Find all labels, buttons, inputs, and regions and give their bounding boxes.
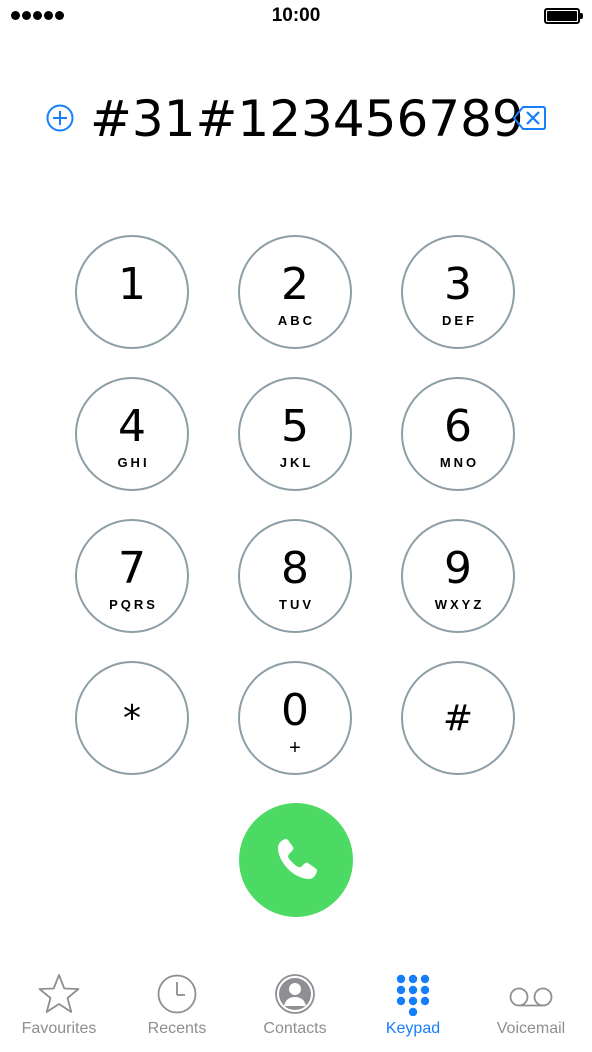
tab-recents[interactable]: Recents [118,962,236,1052]
tab-voicemail[interactable]: Voicemail [472,962,590,1052]
status-bar: 10:00 [0,0,592,34]
key-4[interactable]: 4 GHI [75,377,189,491]
tab-label: Recents [147,1020,207,1037]
key-digit: 9 [444,543,472,594]
key-digit: 0 [281,685,309,736]
key-star[interactable]: * [75,661,189,775]
key-digit: 6 [444,401,472,452]
tab-keypad[interactable]: Keypad [354,962,472,1052]
key-letters: ABC [277,313,316,328]
battery-full-icon [544,8,583,24]
key-digit: 1 [118,259,146,310]
key-0[interactable]: 0 + [238,661,352,775]
key-digit: # [442,698,474,739]
tab-contacts[interactable]: Contacts [236,962,354,1052]
key-2[interactable]: 2 ABC [238,235,352,349]
key-digit: 7 [118,543,146,594]
key-letters: DEF [442,313,477,328]
clock-icon [157,974,197,1014]
tab-label: Voicemail [496,1020,566,1037]
phone-icon [278,839,317,879]
key-letters: JKL [279,455,314,470]
tab-label: Keypad [385,1020,441,1037]
voicemail-icon [509,987,553,1007]
key-digit: 3 [444,259,472,310]
key-digit: 8 [281,543,309,594]
key-9[interactable]: 9 WXYZ [401,519,515,633]
key-letters: WXYZ [434,597,485,612]
key-digit: 4 [118,401,146,452]
key-8[interactable]: 8 TUV [238,519,352,633]
phone-keypad-screen: 10:00 #31#123456789 1 2 ABC 3 DEF 4 GHI … [0,0,592,1052]
add-circle-icon[interactable] [46,104,74,132]
backspace-icon[interactable] [512,105,546,131]
key-digit: 5 [281,401,309,452]
call-button[interactable] [239,803,353,917]
tab-label: Favourites [21,1020,97,1037]
key-letters: TUV [279,597,314,612]
status-time: 10:00 [271,5,321,26]
key-digit: * [123,698,141,739]
tab-bar: Favourites Recents Contacts Keypad Voice… [0,962,592,1052]
tab-favourites[interactable]: Favourites [0,962,118,1052]
key-1[interactable]: 1 [75,235,189,349]
key-letters: MNO [439,455,480,470]
key-letters: PQRS [109,597,158,612]
key-digit: 2 [281,259,309,310]
key-hash[interactable]: # [401,661,515,775]
key-7[interactable]: 7 PQRS [75,519,189,633]
key-6[interactable]: 6 MNO [401,377,515,491]
contact-icon [275,974,315,1014]
number-display-row: #31#123456789 [0,84,592,154]
key-letters: + [289,737,301,759]
dialed-number: #31#123456789 [90,90,524,148]
star-icon [38,974,80,1013]
key-5[interactable]: 5 JKL [238,377,352,491]
keypad-grid-icon [396,974,430,1016]
tab-label: Contacts [263,1020,327,1037]
key-letters: GHI [117,455,150,470]
key-3[interactable]: 3 DEF [401,235,515,349]
